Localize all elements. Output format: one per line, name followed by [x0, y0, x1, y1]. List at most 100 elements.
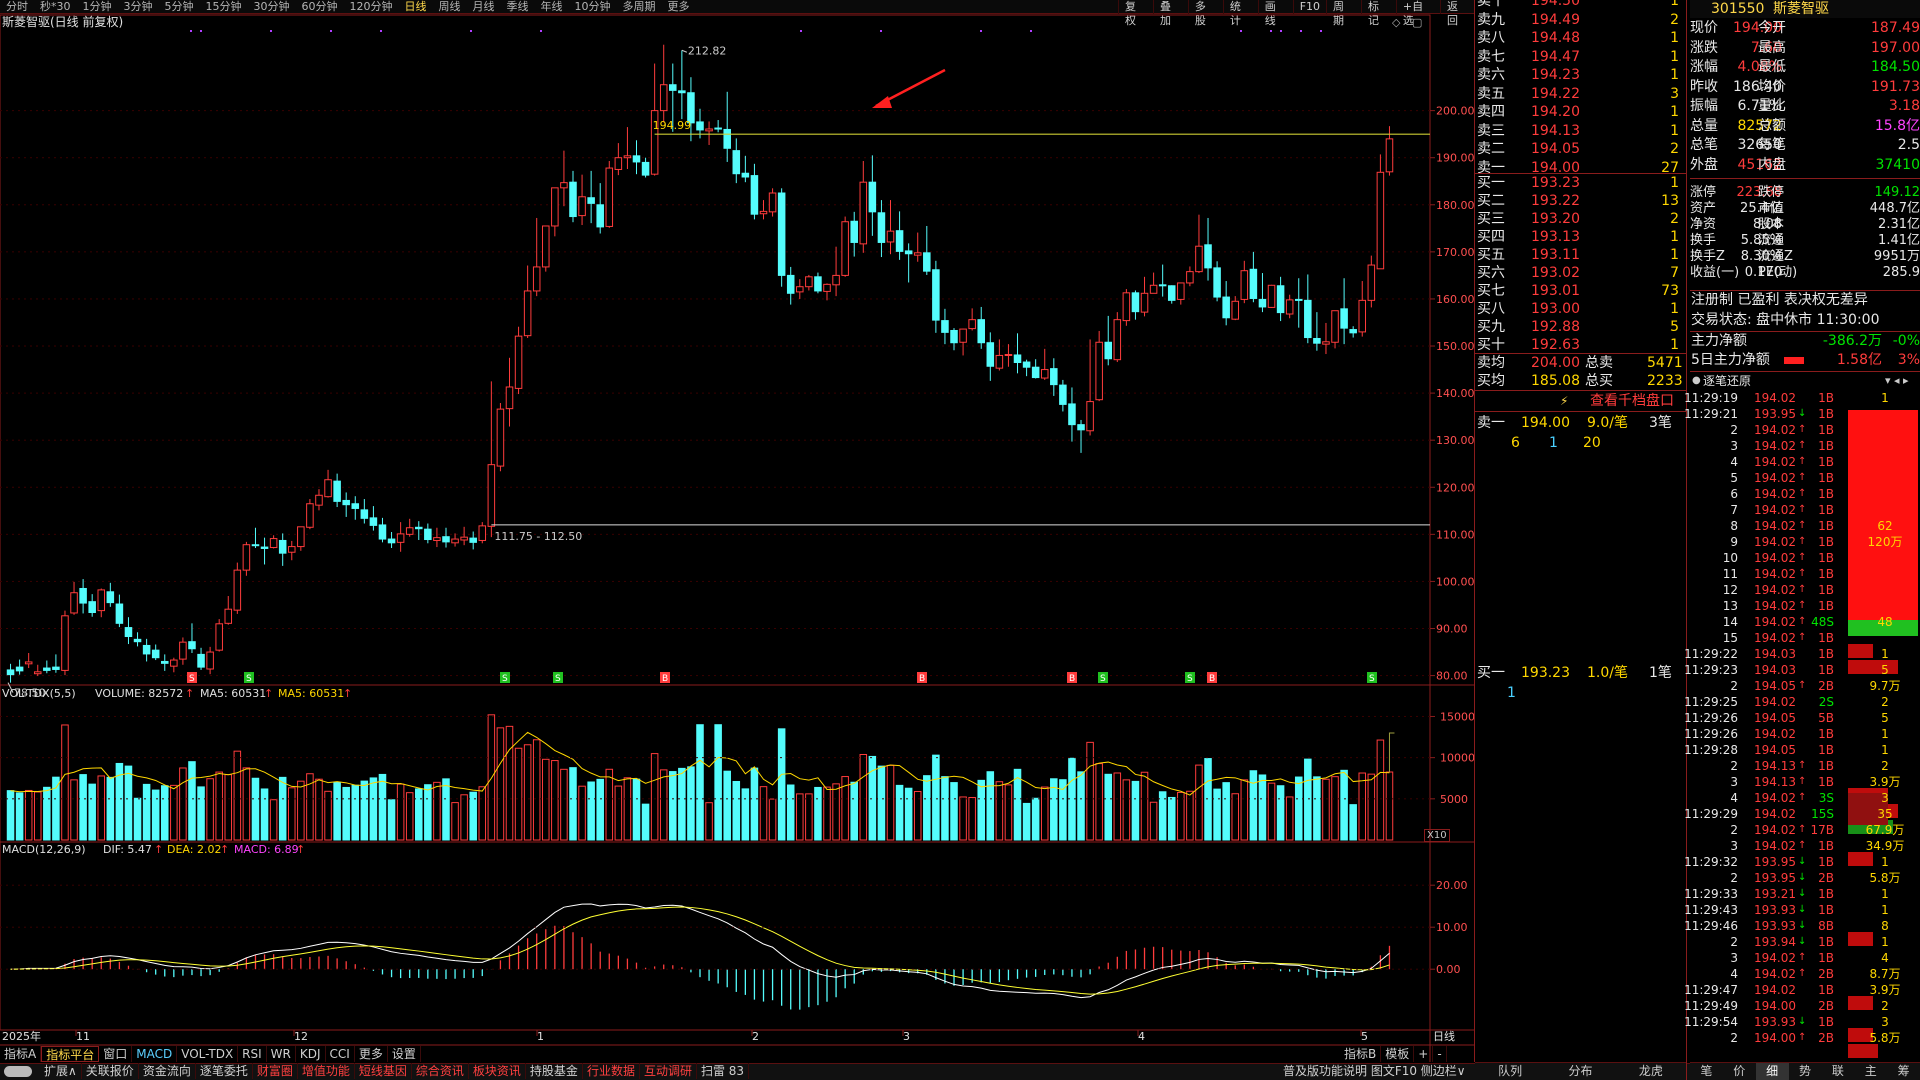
signal-dot-12 — [1270, 30, 1272, 32]
signal-dot-0 — [190, 30, 192, 32]
candle-body-134 — [1222, 296, 1230, 319]
vol-bar-143 — [1304, 758, 1312, 841]
vol-bar-124 — [1131, 780, 1140, 841]
candle-body-91 — [832, 274, 840, 286]
vol-bar-152 — [1385, 771, 1394, 841]
candle-body-89 — [814, 276, 822, 292]
candle-body-66 — [605, 167, 614, 227]
trade-marker-label-1: S — [246, 674, 252, 684]
vol-bar-2 — [24, 789, 33, 841]
high-tick — [681, 49, 688, 53]
vol-bar-80 — [732, 780, 741, 841]
kline-chart[interactable]: 80.00 90.00 100.00 110.00 120.00 130.00 140.00… — [0, 0, 1475, 1080]
pane-icon-1[interactable]: ▢ — [1412, 16, 1422, 29]
candle-body-149 — [1358, 299, 1367, 333]
trade-marker-label-0: S — [189, 674, 195, 684]
vol-bar-86 — [786, 784, 795, 841]
signal-dot-9 — [980, 30, 982, 32]
ytick-label-6: 140.00 — [1436, 387, 1475, 400]
vol-bar-121 — [1104, 773, 1113, 841]
vol-bar-129 — [1177, 791, 1185, 841]
candle-body-94 — [859, 181, 868, 245]
vol-bar-71 — [650, 753, 659, 841]
vol-bar-60 — [551, 760, 559, 841]
macd-dif-line — [10, 903, 1390, 999]
candle-body-108 — [986, 342, 995, 367]
vol-bar-61 — [560, 768, 568, 841]
candle-body-35 — [324, 479, 332, 498]
candle-body-105 — [959, 328, 967, 343]
vol-bar-59 — [542, 758, 550, 841]
candle-body-85 — [777, 192, 786, 276]
vol-bar-91 — [832, 783, 840, 841]
candle-body-65 — [596, 204, 604, 228]
trade-marker-label-3: S — [555, 674, 561, 684]
candle-body-68 — [623, 155, 632, 159]
vol-bar-136 — [1240, 779, 1249, 841]
candle-body-142 — [1294, 298, 1303, 301]
candle-body-97 — [886, 230, 895, 243]
candle-body-122 — [1113, 319, 1122, 361]
vol-bar-0 — [6, 790, 15, 841]
vol-bar-27 — [251, 777, 260, 841]
candle-body-40 — [369, 517, 378, 526]
candle-body-14 — [133, 638, 142, 643]
candle-body-138 — [1258, 298, 1267, 308]
candle-body-56 — [514, 335, 523, 389]
vol-bar-66 — [605, 768, 614, 841]
candle-body-92 — [841, 221, 849, 276]
vol-bar-56 — [514, 747, 523, 841]
candle-body-7 — [70, 592, 78, 614]
candle-body-0 — [6, 669, 15, 676]
vol-bar-120 — [1095, 763, 1103, 841]
vol-bar-145 — [1322, 778, 1330, 841]
vol-bar-103 — [941, 776, 949, 841]
candle-body-151 — [1376, 171, 1385, 270]
candle-body-59 — [542, 225, 550, 268]
candle-body-98 — [895, 230, 904, 252]
vol-bar-104 — [950, 782, 958, 841]
candle-body-145 — [1322, 341, 1330, 345]
vol-bar-113 — [1031, 797, 1040, 841]
candle-body-19 — [179, 641, 187, 660]
vol-bar-118 — [1077, 771, 1085, 841]
vol-bar-106 — [968, 796, 976, 841]
vol-bar-81 — [741, 788, 750, 841]
candle-body-73 — [669, 84, 677, 91]
candle-body-45 — [415, 526, 423, 530]
vol-bar-26 — [242, 767, 251, 841]
candle-body-126 — [1149, 284, 1158, 294]
candle-body-32 — [297, 526, 305, 548]
vol-bar-98 — [895, 784, 904, 841]
candle-body-43 — [396, 533, 405, 543]
vol-bar-73 — [669, 771, 677, 841]
vol-bar-131 — [1195, 764, 1203, 841]
vol-bar-78 — [714, 724, 722, 841]
vol-bar-148 — [1349, 804, 1357, 841]
candle-body-76 — [696, 121, 704, 131]
vol-bar-96 — [877, 765, 886, 841]
vol-bar-69 — [632, 778, 641, 841]
candle-body-17 — [160, 660, 169, 664]
vol-bar-77 — [705, 802, 713, 841]
candle-body-16 — [151, 649, 160, 659]
vol-bar-112 — [1022, 802, 1031, 841]
vol-bar-10 — [97, 775, 106, 841]
candle-body-10 — [97, 589, 106, 612]
vol-bar-43 — [396, 783, 405, 841]
candle-body-39 — [360, 509, 369, 519]
vol-bar-105 — [959, 796, 967, 841]
candle-body-33 — [306, 503, 314, 528]
candle-body-112 — [1022, 361, 1031, 368]
candle-body-117 — [1068, 403, 1076, 426]
vol-bar-72 — [659, 769, 668, 841]
candle-body-46 — [424, 528, 432, 541]
candle-body-128 — [1167, 285, 1176, 301]
vol-bar-63 — [578, 785, 586, 841]
signal-dot-1 — [200, 30, 202, 32]
vol-bar-133 — [1213, 788, 1221, 841]
candle-body-103 — [941, 320, 949, 333]
vol-bar-13 — [124, 765, 133, 841]
signal-dot-4 — [380, 30, 382, 32]
pane-icon-0[interactable]: ◇ — [1392, 16, 1401, 29]
